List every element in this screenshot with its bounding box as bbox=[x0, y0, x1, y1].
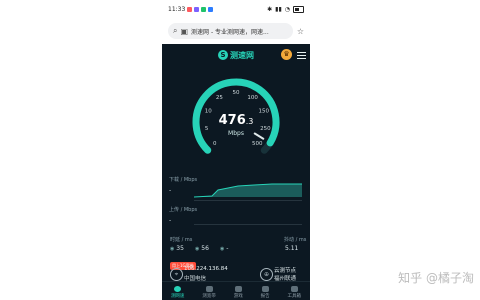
stats-row: 时延 / ms 抖动 / ms ◉ 35 ◉ 56 ◉ - 5.11 bbox=[162, 236, 310, 258]
lock-icon: ▣ bbox=[180, 26, 189, 36]
gauge-tick-label: 100 bbox=[247, 95, 258, 101]
nav-item-report[interactable]: 报告 bbox=[261, 286, 270, 299]
upload-label: 上传 / Mbps bbox=[169, 207, 198, 213]
nav-item-toolbox[interactable]: 工具箱 bbox=[287, 286, 302, 299]
nav-label: 测宽带 bbox=[202, 294, 216, 299]
upload-value: - bbox=[169, 217, 172, 224]
speed-gauge: 0 5 10 25 50 100 150 250 500 476.3 Mbps bbox=[162, 66, 310, 172]
star-icon[interactable]: ☆ bbox=[297, 27, 304, 36]
bottom-nav: 测网速 测宽带 游戏 报告 工具箱 bbox=[162, 281, 310, 300]
jitter-icon: ◉ bbox=[195, 246, 200, 252]
status-left: 11:33 bbox=[168, 5, 214, 13]
url-text: 测速网 - 专业测网速，网速... bbox=[191, 28, 269, 36]
graph-block: 下载 / Mbps - 上传 / Mbps - bbox=[162, 172, 310, 236]
server-label: 云测节点 bbox=[274, 268, 297, 274]
download-graph-area bbox=[194, 184, 302, 197]
app-notification-icon bbox=[187, 6, 193, 12]
download-graph bbox=[194, 183, 302, 198]
latency-label: 时延 / ms bbox=[170, 237, 193, 243]
ip-address: 106.224.136.84 bbox=[184, 266, 228, 272]
download-value: - bbox=[169, 187, 172, 194]
nav-label: 游戏 bbox=[233, 294, 243, 299]
bluetooth-icon: ✱ bbox=[267, 5, 273, 13]
gauge-tick-label: 25 bbox=[216, 95, 223, 101]
ping-stat: ◉ 35 bbox=[170, 245, 184, 252]
app-logo[interactable]: S 测速网 bbox=[218, 50, 254, 61]
nav-item-speedtest[interactable]: 测网速 bbox=[170, 286, 185, 299]
vip-crown-icon[interactable]: ♛ bbox=[281, 49, 292, 60]
logo-icon: S bbox=[218, 50, 228, 60]
gauge-tick-label: 500 bbox=[252, 141, 263, 147]
extra-value: 5.11 bbox=[285, 245, 299, 252]
location-icon: ⌖ bbox=[170, 268, 183, 281]
app-notification-icon bbox=[201, 6, 207, 12]
nav-label: 测网速 bbox=[170, 294, 185, 299]
status-right: ✱ ▮▮ ◔ bbox=[267, 5, 304, 13]
nav-label: 工具箱 bbox=[287, 294, 302, 299]
gauge-tick-label: 0 bbox=[213, 141, 217, 147]
logo-text: 测速网 bbox=[230, 50, 254, 60]
loss-value: - bbox=[226, 245, 229, 252]
nav-label: 报告 bbox=[260, 294, 270, 299]
status-bar: 11:33 ✱ ▮▮ ◔ bbox=[162, 0, 310, 18]
server-icon[interactable]: ⊕ bbox=[260, 268, 273, 281]
app-notification-icon bbox=[208, 6, 214, 12]
app-header: S 测速网 ♛ bbox=[162, 44, 310, 66]
graph-divider bbox=[194, 200, 302, 201]
loss-stat: ◉ - bbox=[220, 245, 228, 252]
jitter-stat: ◉ 56 bbox=[195, 245, 209, 252]
broadband-icon bbox=[205, 286, 213, 292]
search-icon: ⌕ bbox=[173, 26, 178, 35]
battery-icon bbox=[293, 5, 304, 13]
speed-value: 476.3 bbox=[162, 113, 310, 128]
speed-decimal: .3 bbox=[245, 117, 254, 126]
speed-main: 476 bbox=[218, 113, 246, 128]
jitter-label: 抖动 / ms bbox=[284, 237, 307, 243]
app-notification-icon bbox=[194, 6, 200, 12]
ping-icon: ◉ bbox=[170, 246, 175, 252]
toolbox-icon bbox=[290, 286, 298, 292]
signal-icon: ▮▮ bbox=[275, 5, 282, 13]
nav-item-game[interactable]: 游戏 bbox=[234, 286, 243, 299]
report-icon bbox=[261, 286, 269, 292]
phone-screen: 11:33 ✱ ▮▮ ◔ ⌕ ▣ 测速网 - 专业测网速，网速... ☆ S 测… bbox=[162, 0, 310, 300]
speedtest-icon bbox=[174, 286, 182, 292]
download-label: 下载 / Mbps bbox=[169, 177, 198, 183]
jitter-value: 56 bbox=[201, 245, 209, 252]
wifi-icon: ◔ bbox=[284, 5, 290, 13]
gauge-tick-label: 50 bbox=[233, 90, 240, 96]
browser-url-bar: ⌕ ▣ 测速网 - 专业测网速，网速... ☆ bbox=[162, 18, 310, 44]
ping-value: 35 bbox=[176, 245, 184, 252]
url-field[interactable]: ⌕ ▣ 测速网 - 专业测网速，网速... bbox=[168, 23, 293, 39]
speed-unit: Mbps bbox=[228, 130, 244, 137]
status-time: 11:33 bbox=[168, 5, 186, 13]
upload-graph-baseline bbox=[194, 224, 302, 225]
menu-icon[interactable] bbox=[297, 50, 306, 61]
nav-item-broadband[interactable]: 测宽带 bbox=[202, 286, 216, 299]
zhihu-watermark: 知乎 @橘子淘 bbox=[398, 271, 474, 285]
game-icon bbox=[234, 286, 242, 292]
loss-icon: ◉ bbox=[220, 246, 225, 252]
